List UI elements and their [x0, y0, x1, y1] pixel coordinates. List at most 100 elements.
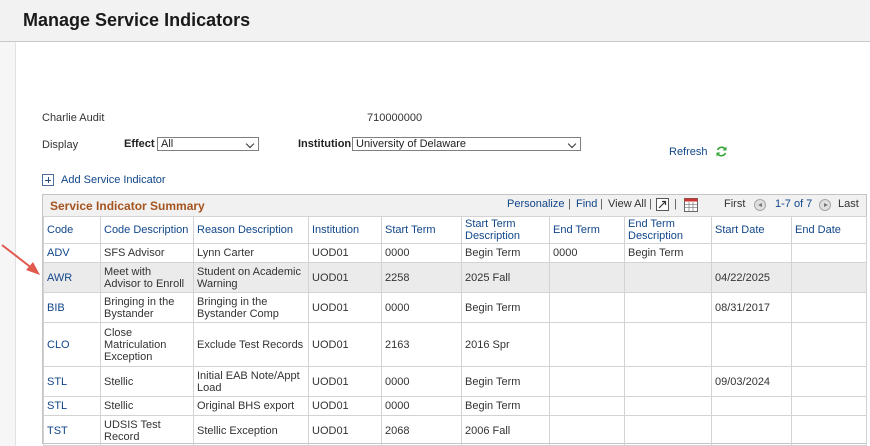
- end-term-cell: [549, 292, 625, 323]
- code-link[interactable]: ADV: [43, 243, 101, 263]
- code-description: Bringing in the Bystander: [100, 292, 194, 323]
- start-term-description-cell: 2025 Fall: [461, 262, 550, 293]
- column-header[interactable]: End Date: [791, 216, 867, 244]
- start-term-description-cell: 2006 Fall: [461, 415, 550, 446]
- end-term-description-cell: [624, 366, 712, 397]
- column-header[interactable]: End Term: [549, 216, 625, 244]
- start-date-cell: 09/03/2024: [711, 366, 792, 397]
- page-title: Manage Service Indicators: [23, 10, 251, 30]
- zoom-icon[interactable]: [656, 198, 669, 211]
- code-link[interactable]: TST: [43, 415, 101, 446]
- start-date-cell: [711, 415, 792, 446]
- end-term-cell: [549, 415, 625, 446]
- code-link[interactable]: STL: [43, 396, 101, 416]
- service-indicator-grid: Service Indicator Summary Personalize | …: [42, 194, 867, 446]
- end-term-description-cell: [624, 415, 712, 446]
- end-date-cell: [791, 243, 867, 263]
- end-date-cell: [791, 366, 867, 397]
- refresh-link[interactable]: Refresh: [669, 146, 708, 158]
- end-date-cell: [791, 396, 867, 416]
- chevron-down-icon: [567, 139, 577, 149]
- code-link[interactable]: AWR: [43, 262, 101, 293]
- personalize-link[interactable]: Personalize: [507, 198, 564, 210]
- start-date-cell: [711, 396, 792, 416]
- code-link[interactable]: STL: [43, 366, 101, 397]
- end-date-cell: [791, 322, 867, 367]
- institution-cell: UOD01: [308, 243, 382, 263]
- column-header[interactable]: Start Term: [381, 216, 462, 244]
- column-header[interactable]: Institution: [308, 216, 382, 244]
- code-description: Close Matriculation Exception: [100, 322, 194, 367]
- start-term-cell: 0000: [381, 243, 462, 263]
- reason-description: Student on Academic Warning: [193, 262, 309, 293]
- end-term-description-cell: [624, 292, 712, 323]
- download-icon[interactable]: [684, 198, 698, 212]
- add-icon[interactable]: [42, 174, 54, 186]
- institution-cell: UOD01: [308, 415, 382, 446]
- institution-select[interactable]: University of Delaware: [352, 137, 581, 151]
- reason-description: Lynn Carter: [193, 243, 309, 263]
- start-date-cell: 04/22/2025: [711, 262, 792, 293]
- code-description: UDSIS Test Record: [100, 415, 194, 446]
- code-description: Meet with Advisor to Enroll: [100, 262, 194, 293]
- table-row: BIB Bringing in the Bystander Bringing i…: [43, 292, 867, 323]
- start-term-description-cell: Begin Term: [461, 396, 550, 416]
- separator: |: [600, 198, 603, 210]
- grid-header-bar: Service Indicator Summary Personalize | …: [43, 195, 866, 217]
- separator: |: [674, 198, 677, 210]
- column-header[interactable]: Reason Description: [193, 216, 309, 244]
- start-date-cell: [711, 243, 792, 263]
- separator: |: [568, 198, 571, 210]
- add-service-indicator-link[interactable]: Add Service Indicator: [61, 174, 166, 186]
- end-term-cell: [549, 396, 625, 416]
- institution-cell: UOD01: [308, 262, 382, 293]
- start-date-cell: [711, 322, 792, 367]
- table-row: ADV SFS Advisor Lynn Carter UOD01 0000 B…: [43, 243, 867, 263]
- column-header[interactable]: Code: [43, 216, 101, 244]
- institution-cell: UOD01: [308, 292, 382, 323]
- reason-description: Stellic Exception: [193, 415, 309, 446]
- table-row: AWR Meet with Advisor to Enroll Student …: [43, 262, 867, 293]
- row-range: 1-7 of 7: [775, 198, 813, 210]
- previous-icon[interactable]: [754, 199, 766, 211]
- column-header[interactable]: Start Date: [711, 216, 792, 244]
- code-description: SFS Advisor: [100, 243, 194, 263]
- end-term-description-cell: [624, 396, 712, 416]
- end-term-description-cell: Begin Term: [624, 243, 712, 263]
- view-all-link[interactable]: View All: [608, 198, 646, 210]
- start-term-description-cell: Begin Term: [461, 292, 550, 323]
- service-indicator-table: Code Code Description Reason Description…: [43, 216, 867, 446]
- start-term-cell: 0000: [381, 292, 462, 323]
- table-header-row: Code Code Description Reason Description…: [43, 216, 867, 244]
- next-icon[interactable]: [819, 199, 831, 211]
- column-header[interactable]: End Term Description: [624, 216, 712, 244]
- refresh-icon[interactable]: [715, 145, 728, 158]
- separator: |: [649, 198, 652, 210]
- end-term-cell: 0000: [549, 243, 625, 263]
- start-term-cell: 0000: [381, 366, 462, 397]
- start-date-cell: 08/31/2017: [711, 292, 792, 323]
- effect-select[interactable]: All: [157, 137, 259, 151]
- institution-select-value: University of Delaware: [356, 138, 467, 150]
- find-link[interactable]: Find: [576, 198, 597, 210]
- annotation-arrow: [1, 244, 40, 275]
- start-term-cell: 2163: [381, 322, 462, 367]
- code-link[interactable]: CLO: [43, 322, 101, 367]
- effect-select-value: All: [161, 138, 174, 150]
- institution-cell: UOD01: [308, 396, 382, 416]
- column-header[interactable]: Start Term Description: [461, 216, 550, 244]
- display-label: Display: [42, 139, 79, 151]
- effect-label: Effect: [124, 138, 155, 150]
- end-term-description-cell: [624, 322, 712, 367]
- end-term-description-cell: [624, 262, 712, 293]
- end-term-cell: [549, 262, 625, 293]
- institution-label: Institution: [298, 138, 352, 150]
- end-term-cell: [549, 322, 625, 367]
- first-label: First: [724, 198, 746, 210]
- last-label: Last: [838, 198, 859, 210]
- institution-cell: UOD01: [308, 366, 382, 397]
- code-link[interactable]: BIB: [43, 292, 101, 323]
- table-row: STL Stellic Original BHS export UOD01 00…: [43, 396, 867, 416]
- page-header: Manage Service Indicators: [0, 0, 870, 42]
- column-header[interactable]: Code Description: [100, 216, 194, 244]
